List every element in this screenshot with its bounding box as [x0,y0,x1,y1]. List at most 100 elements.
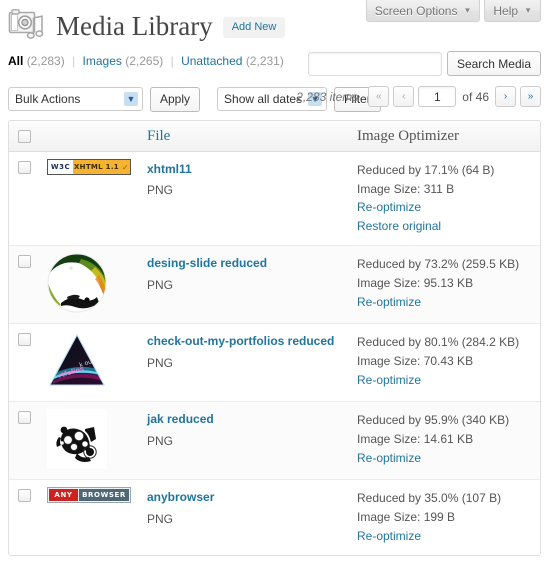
restore-original-link[interactable]: Restore original [357,217,532,236]
row-thumbnail-cell: k out rtfolios [39,323,139,401]
reduced-text: Reduced by 73.2% (259.5 KB) [357,257,520,272]
row-checkbox[interactable] [18,255,31,269]
image-size-text: Image Size: 95.13 KB [357,275,474,290]
xhtml-label: XHTML 1.1 ✓ [73,160,130,174]
jak-graffiti-thumbnail[interactable] [47,409,107,470]
anybrowser-badge-icon[interactable]: ANY BROWSER [47,487,131,504]
next-page-button[interactable]: › [495,86,516,107]
row-optimizer-cell: Reduced by 95.9% (340 KB) Image Size: 14… [349,401,540,480]
file-type: PNG [147,277,174,292]
reduced-text: Reduced by 95.9% (340 KB) [357,413,510,428]
total-pages-label: of 46 [462,89,489,104]
row-thumbnail-cell: W3C XHTML 1.1 ✓ [39,152,139,245]
row-select-cell [9,245,39,324]
row-checkbox[interactable] [18,161,31,174]
row-checkbox[interactable] [18,411,31,425]
media-table: File Image Optimizer W3C XHTML 1.1 ✓ xht… [8,120,541,557]
table-header-row: File Image Optimizer [9,121,540,152]
table-row: W3C XHTML 1.1 ✓ xhtml11 PNG Reduced by 1… [9,152,540,245]
chevron-down-icon: ▼ [463,6,472,15]
row-optimizer-cell: Reduced by 35.0% (107 B) Image Size: 199… [349,479,540,555]
file-column: File [139,121,349,152]
prev-page-button: ‹ [393,86,415,107]
bulk-actions-select-wrap: Bulk Actions ▼ [8,87,143,111]
row-file-cell: xhtml11 PNG [139,152,349,245]
file-title-link[interactable]: jak reduced [147,411,341,427]
help-label: Help [493,3,519,18]
re-optimize-link[interactable]: Re-optimize [357,371,532,390]
file-title-link[interactable]: xhtml11 [147,161,341,177]
table-row: jak reduced PNG Reduced by 95.9% (340 KB… [9,401,540,480]
reduced-text: Reduced by 80.1% (284.2 KB) [357,335,520,350]
select-all-checkbox[interactable] [18,129,31,143]
filter-count-images: (2,265) [125,54,164,68]
portfolios-triangle-thumbnail[interactable]: k out rtfolios [47,331,107,391]
row-file-cell: jak reduced PNG [139,401,349,480]
re-optimize-link[interactable]: Re-optimize [357,293,532,312]
row-checkbox[interactable] [18,333,31,347]
row-file-cell: anybrowser PNG [139,479,349,555]
file-type: PNG [147,183,174,198]
filter-link-all[interactable]: All [8,54,23,68]
file-type: PNG [147,355,174,370]
separator: | [170,54,174,68]
apply-button[interactable]: Apply [150,86,201,112]
filter-count-all: (2,283) [26,54,65,68]
w3c-label: W3C [48,160,73,174]
table-row: desing-slide reduced PNG Reduced by 73.2… [9,245,540,324]
row-checkbox[interactable] [18,489,31,503]
media-library-icon [8,9,44,39]
xhtml-text: XHTML 1.1 [73,163,119,171]
first-page-button: « [368,86,390,107]
re-optimize-link[interactable]: Re-optimize [357,198,532,217]
row-thumbnail-cell [39,245,139,324]
row-optimizer-cell: Reduced by 17.1% (64 B) Image Size: 311 … [349,152,540,245]
search-media-button[interactable]: Search Media [446,51,541,76]
file-title-link[interactable]: check-out-my-portfolios reduced [147,333,341,349]
bulk-actions-select[interactable]: Bulk Actions [8,87,143,111]
browser-label: BROWSER [79,489,129,502]
last-page-button[interactable]: » [520,86,541,107]
reduced-text: Reduced by 35.0% (107 B) [357,491,502,506]
image-size-text: Image Size: 70.43 KB [357,353,474,368]
select-all-column [9,121,39,152]
row-select-cell [9,479,39,555]
filter-count-unattached: (2,231) [245,54,284,68]
check-icon: ✓ [121,162,129,172]
reduced-text: Reduced by 17.1% (64 B) [357,163,495,177]
media-table-head: File Image Optimizer [9,121,540,152]
row-file-cell: check-out-my-portfolios reduced PNG [139,323,349,401]
bulk-actions-value: Bulk Actions [15,92,81,106]
page-title: Media Library [56,11,213,42]
file-type: PNG [147,433,174,448]
separator: | [72,54,76,68]
file-title-link[interactable]: anybrowser [147,489,341,505]
row-select-cell [9,152,39,245]
search-input[interactable] [307,51,442,76]
filter-link-unattached[interactable]: Unattached [181,54,242,68]
file-type: PNG [147,511,174,526]
help-button[interactable]: Help ▼ [484,0,541,22]
screen-meta-links: Screen Options ▼ Help ▼ [365,0,541,22]
file-column-sort-link[interactable]: File [147,128,170,144]
screen-options-label: Screen Options [374,3,458,18]
xhtml11-badge-icon[interactable]: W3C XHTML 1.1 ✓ [47,159,131,175]
desing-slide-circle-thumbnail[interactable] [47,253,107,313]
file-title-link[interactable]: desing-slide reduced [147,255,341,271]
add-new-button[interactable]: Add New [222,16,286,38]
filter-link-images[interactable]: Images [83,54,122,68]
image-size-text: Image Size: 14.61 KB [357,431,474,446]
re-optimize-link[interactable]: Re-optimize [357,449,532,468]
row-optimizer-cell: Reduced by 73.2% (259.5 KB) Image Size: … [349,245,540,324]
optimizer-column: Image Optimizer [349,121,540,152]
current-page-input[interactable] [418,86,457,107]
table-row: ANY BROWSER anybrowser PNG Reduced by 35… [9,479,540,555]
media-library-page: Screen Options ▼ Help ▼ Media Library Ad… [0,0,549,573]
row-file-cell: desing-slide reduced PNG [139,245,349,324]
date-filter-value: Show all dates [224,92,303,106]
re-optimize-link[interactable]: Re-optimize [357,527,532,546]
icon-column [39,121,139,152]
screen-options-button[interactable]: Screen Options ▼ [365,0,481,22]
row-select-cell [9,401,39,480]
table-row: k out rtfolios check-out-my-portfolios r… [9,323,540,401]
